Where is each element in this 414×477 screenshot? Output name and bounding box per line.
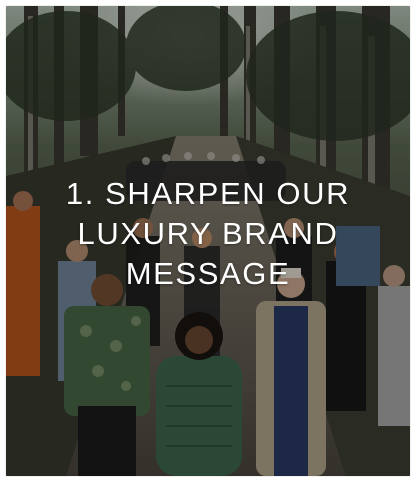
card-headline: 1. SHARPEN OUR LUXURY BRAND MESSAGE	[65, 176, 351, 291]
feature-card[interactable]: 1. SHARPEN OUR LUXURY BRAND MESSAGE	[6, 6, 410, 476]
